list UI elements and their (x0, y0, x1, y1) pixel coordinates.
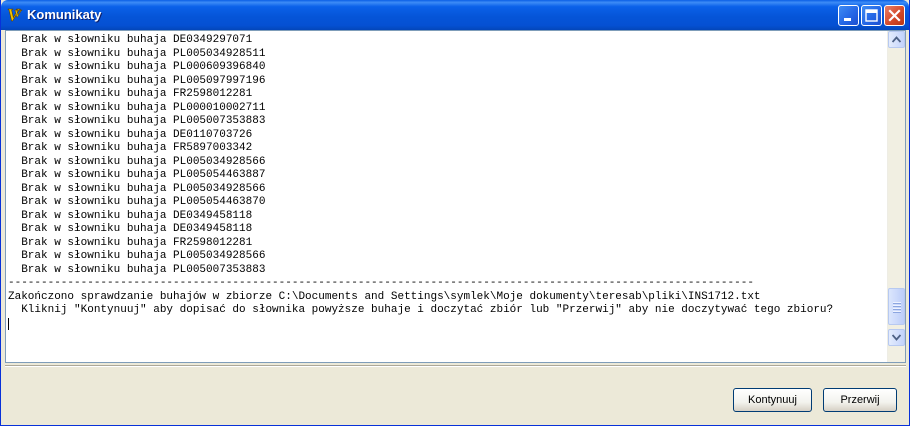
log-line: Brak w słowniku buhaja PL005034928566 (8, 155, 266, 168)
log-line: Brak w słowniku buhaja DE0349458118 (8, 209, 253, 222)
separator (5, 365, 906, 367)
log-line: Brak w słowniku buhaja PL005034928566 (8, 250, 266, 262)
log-line: Brak w słowniku buhaja FR2598012281 (8, 236, 253, 249)
log-line: Brak w słowniku buhaja PL005054463870 (8, 196, 266, 208)
maximize-button[interactable] (861, 5, 882, 26)
log-line: Brak w słowniku buhaja FR5897003342 (8, 142, 253, 154)
text-caret (8, 317, 9, 330)
message-log-area[interactable]: Brak w słowniku buhaja DE0349297071 Brak… (5, 30, 906, 363)
minimize-button[interactable] (838, 5, 859, 26)
log-line: Brak w słowniku buhaja DE0110703726 (8, 128, 253, 141)
close-button[interactable] (884, 5, 905, 26)
log-line: ----------------------------------------… (8, 277, 754, 289)
log-line: Brak w słowniku buhaja PL005034928511 (8, 47, 266, 60)
log-line: Brak w słowniku buhaja PL000010002711 (8, 101, 266, 114)
log-line: Brak w słowniku buhaja DE0349297071 (8, 34, 253, 46)
window-title: Komunikaty (27, 7, 102, 22)
arrow-down-icon (892, 334, 901, 341)
message-log: Brak w słowniku buhaja DE0349297071 Brak… (8, 34, 888, 360)
continue-button[interactable]: Kontynuuj (733, 388, 812, 412)
arrow-up-icon (892, 36, 901, 43)
log-line: Zakończono sprawdzanie buhajów w zbiorze… (8, 290, 761, 303)
svg-text:V: V (14, 8, 23, 20)
log-line: Brak w słowniku buhaja PL000609396840 (8, 61, 266, 73)
log-line: Brak w słowniku buhaja DE0349458118 (8, 223, 253, 235)
minimize-icon (844, 18, 851, 21)
maximize-icon (865, 9, 878, 22)
text-caret-line (8, 317, 888, 332)
scroll-thumb[interactable] (888, 288, 905, 325)
close-icon (888, 9, 901, 22)
scroll-up-button[interactable] (888, 31, 905, 48)
log-line: Brak w słowniku buhaja PL005007353883 (8, 115, 266, 127)
log-line: Kliknij "Kontynuuj" aby dopisać do słown… (8, 304, 834, 316)
scroll-down-button[interactable] (888, 329, 905, 346)
app-logo-icon: V V (7, 5, 23, 25)
log-line: Brak w słowniku buhaja PL005097997196 (8, 74, 266, 87)
dialog-window: V V Komunikaty Brak w słowniku buhaja DE… (0, 0, 910, 426)
abort-button[interactable]: Przerwij (823, 388, 897, 412)
title-bar[interactable]: V V Komunikaty (1, 0, 909, 30)
log-line: Brak w słowniku buhaja PL005007353883 (8, 263, 266, 276)
vertical-scrollbar[interactable] (887, 31, 905, 362)
log-line: Brak w słowniku buhaja FR2598012281 (8, 88, 253, 100)
log-line: Brak w słowniku buhaja PL005054463887 (8, 169, 266, 181)
log-line: Brak w słowniku buhaja PL005034928566 (8, 182, 266, 195)
